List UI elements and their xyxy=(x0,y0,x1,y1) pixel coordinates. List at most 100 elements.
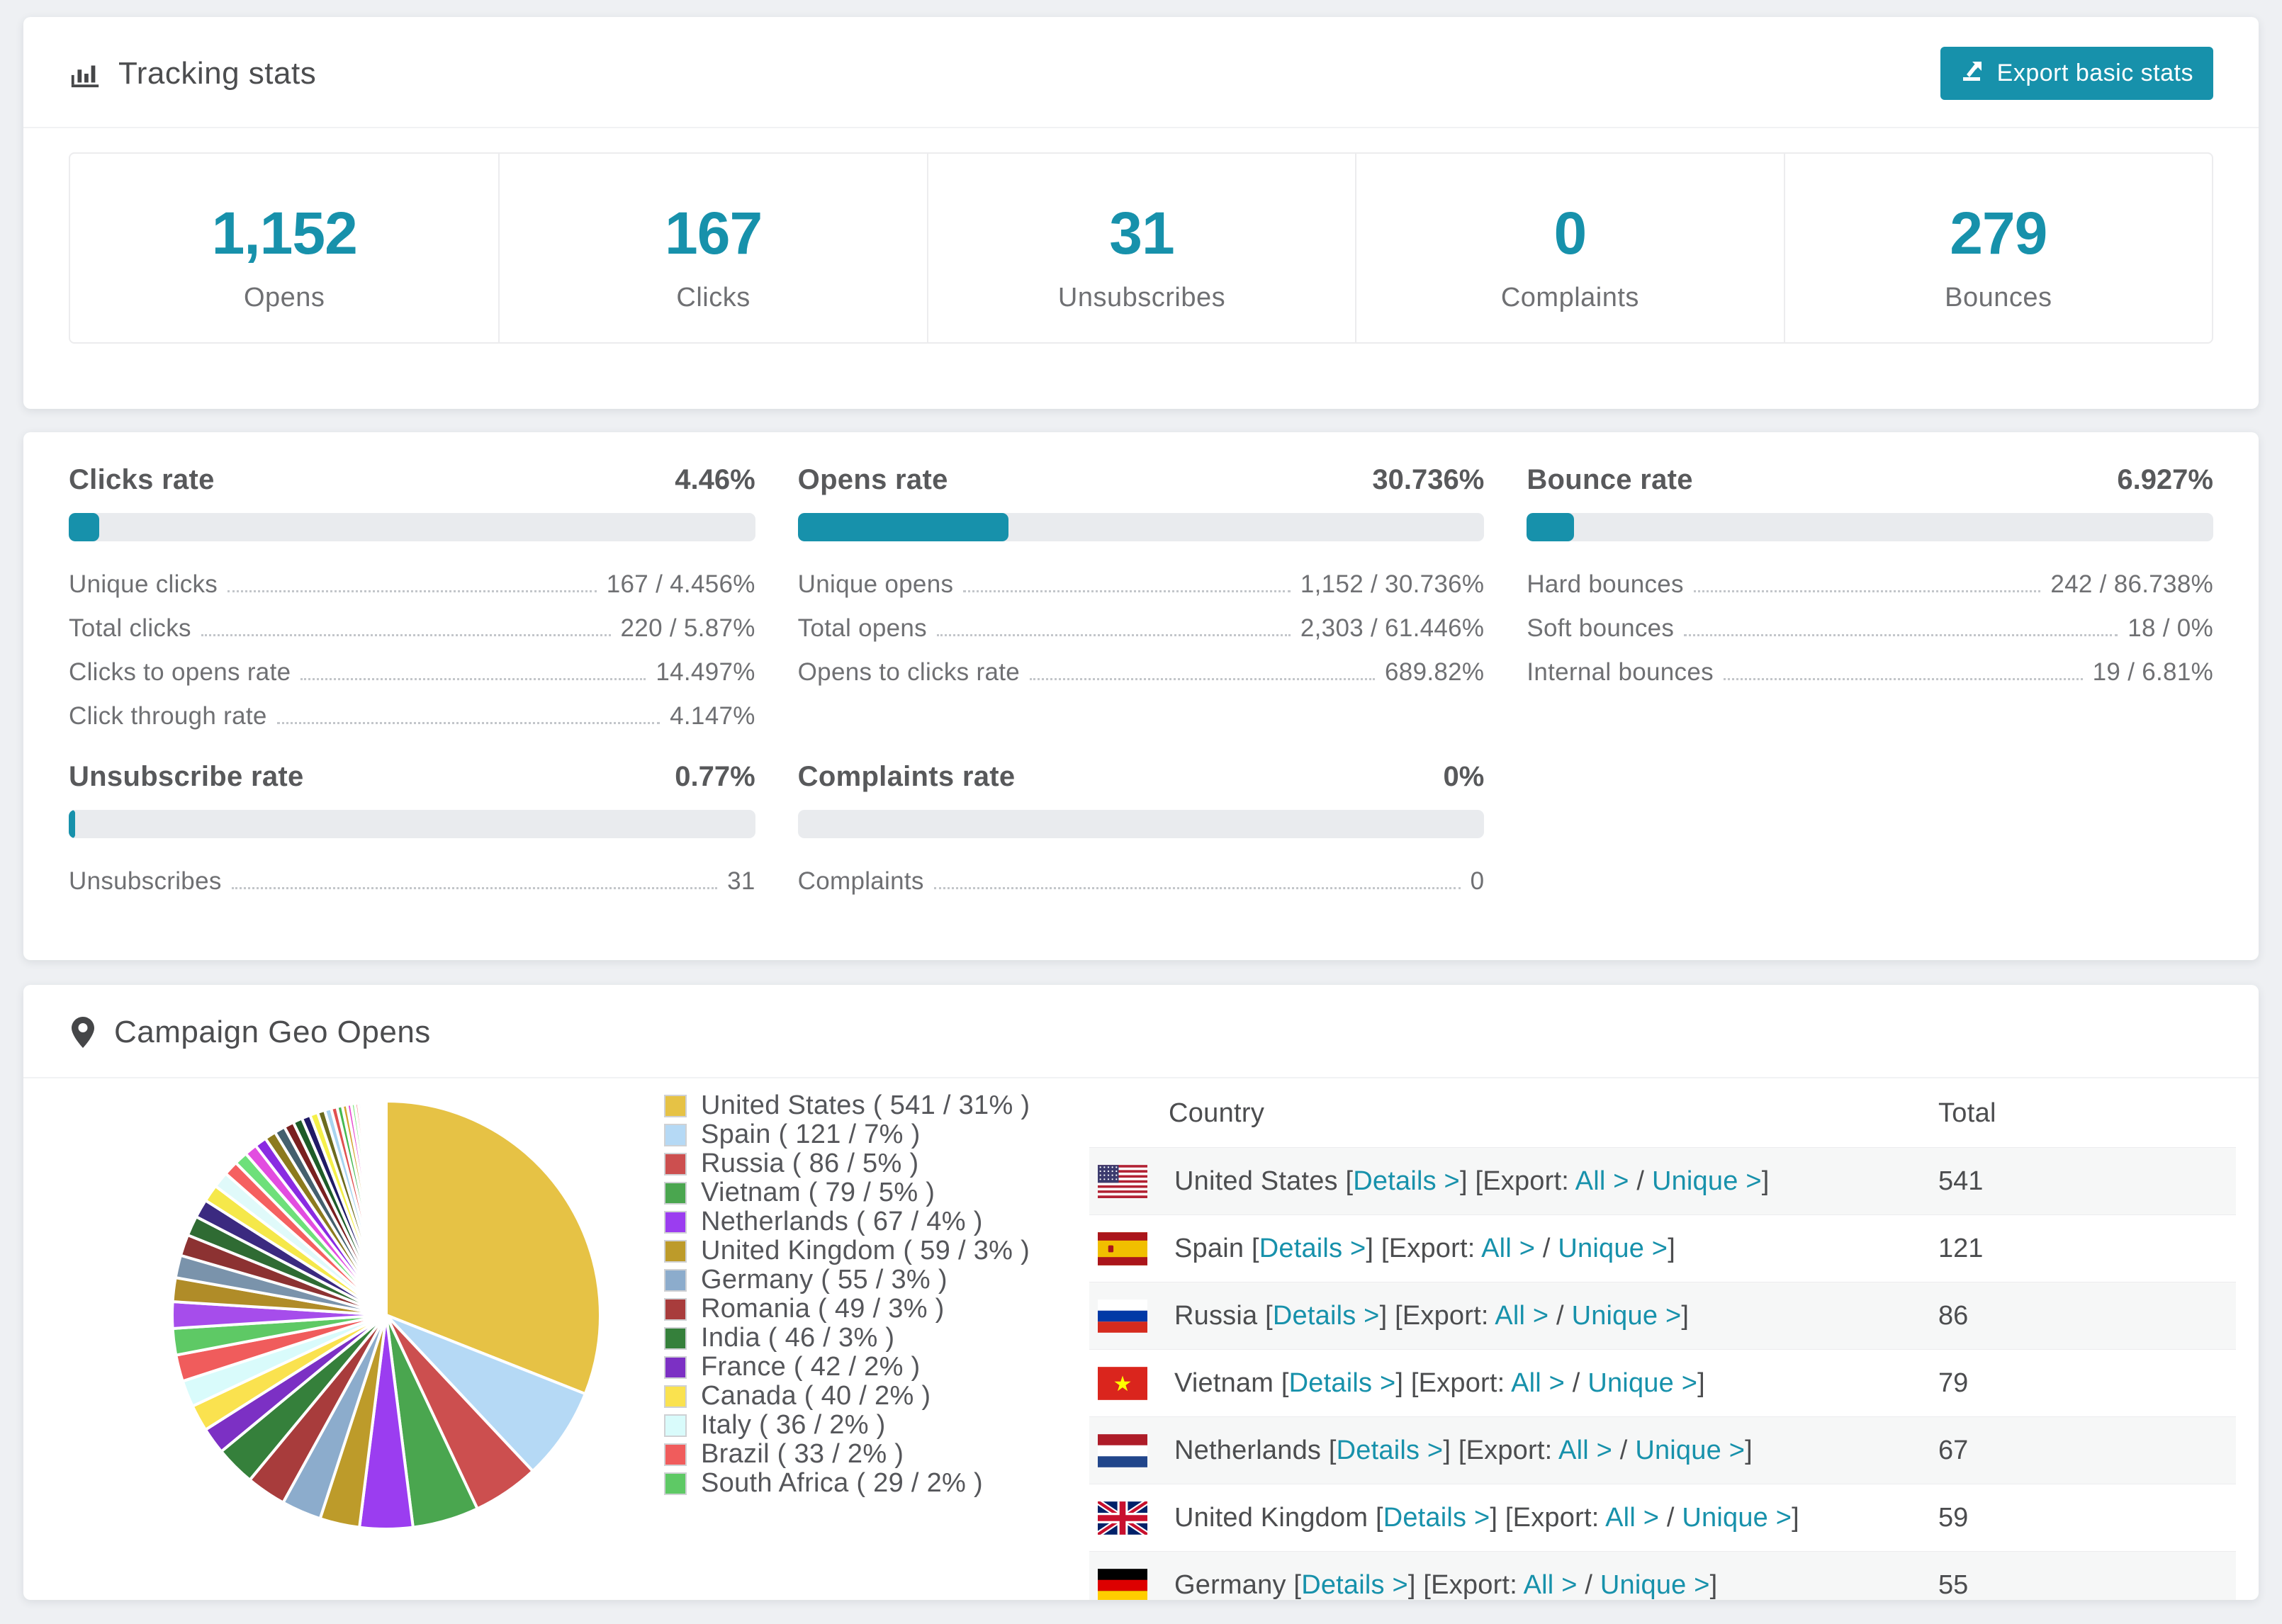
rates-grid: Clicks rate 4.46% Unique clicks 167 / 4.456… xyxy=(69,464,2213,903)
rate-title: Opens rate xyxy=(797,464,948,495)
rate-detail-line: Unsubscribes 31 xyxy=(69,859,755,903)
country-line: Germany [Details >] [Export: All > / Uni… xyxy=(1174,1569,1718,1600)
details-link[interactable]: Details > xyxy=(1353,1166,1460,1196)
rate-title: Bounce rate xyxy=(1527,464,1693,495)
rate-detail-label: Opens to clicks rate xyxy=(797,658,1020,686)
rate-detail-label: Clicks to opens rate xyxy=(69,658,291,686)
legend-swatch xyxy=(664,1181,687,1205)
legend-item-spain: Spain ( 121 / 7% ) xyxy=(664,1120,1061,1149)
stat-value: 31 xyxy=(1109,200,1174,266)
dotted-leader xyxy=(963,590,1291,592)
export-unique-link[interactable]: Unique > xyxy=(1558,1234,1668,1263)
flag-icon-nl xyxy=(1098,1433,1147,1467)
export-basic-stats-button[interactable]: Export basic stats xyxy=(1940,47,2213,100)
rate-detail-value: 19 / 6.81% xyxy=(2092,658,2213,686)
legend-swatch xyxy=(664,1385,687,1408)
country-name: Spain xyxy=(1174,1233,1244,1263)
rate-title: Unsubscribe rate xyxy=(69,761,304,792)
dotted-leader xyxy=(936,634,1291,636)
progress-bar xyxy=(1527,513,2213,541)
stat-label: Bounces xyxy=(1945,283,2052,312)
legend-swatch xyxy=(664,1472,687,1495)
details-link[interactable]: Details > xyxy=(1337,1436,1444,1465)
legend-swatch xyxy=(664,1414,687,1437)
legend-item-vietnam: Vietnam ( 79 / 5% ) xyxy=(664,1178,1061,1207)
geo-header: Campaign Geo Opens xyxy=(23,985,2259,1078)
rate-detail-line: Total clicks 220 / 5.87% xyxy=(69,607,755,650)
export-all-link[interactable]: All > xyxy=(1524,1570,1578,1600)
geo-table-row-spain: Spain [Details >] [Export: All > / Uniqu… xyxy=(1089,1214,2236,1282)
country-total: 67 xyxy=(1938,1416,2236,1484)
legend-label: Spain ( 121 / 7% ) xyxy=(701,1120,921,1149)
stat-card-unsubscribes: 31 Unsubscribes xyxy=(926,154,1355,342)
rate-block-complaints-rate: Complaints rate 0% Complaints 0 xyxy=(797,761,1485,903)
legend-label: Brazil ( 33 / 2% ) xyxy=(701,1439,904,1469)
dotted-leader xyxy=(231,887,718,889)
stat-card-bounces: 279 Bounces xyxy=(1783,154,2212,342)
rate-detail-value: 1,152 / 30.736% xyxy=(1300,570,1485,598)
rate-detail-line: Complaints 0 xyxy=(798,859,1485,903)
dotted-leader xyxy=(933,887,1461,889)
stat-label: Complaints xyxy=(1500,283,1639,312)
details-link[interactable]: Details > xyxy=(1289,1368,1396,1398)
export-unique-link[interactable]: Unique > xyxy=(1572,1301,1682,1331)
legend-label: United States ( 541 / 31% ) xyxy=(701,1090,1030,1120)
export-all-link[interactable]: All > xyxy=(1495,1301,1548,1331)
legend-label: Canada ( 40 / 2% ) xyxy=(701,1381,931,1411)
legend-item-south-africa: South Africa ( 29 / 2% ) xyxy=(664,1468,1061,1498)
rate-value: 4.46% xyxy=(675,464,755,495)
legend-label: France ( 42 / 2% ) xyxy=(701,1352,921,1382)
details-link[interactable]: Details > xyxy=(1301,1570,1408,1600)
export-all-link[interactable]: All > xyxy=(1481,1234,1535,1263)
export-all-link[interactable]: All > xyxy=(1575,1166,1629,1196)
legend-item-united-states: United States ( 541 / 31% ) xyxy=(664,1090,1061,1120)
export-all-link[interactable]: All > xyxy=(1511,1368,1565,1398)
geo-table-row-netherlands: Netherlands [Details >] [Export: All > /… xyxy=(1089,1416,2236,1484)
stat-value: 1,152 xyxy=(211,200,358,266)
rate-detail-label: Complaints xyxy=(797,867,924,895)
column-header-total: Total xyxy=(1938,1098,1996,1128)
rate-title: Complaints rate xyxy=(797,761,1016,792)
export-unique-link[interactable]: Unique > xyxy=(1587,1368,1697,1398)
export-unique-link[interactable]: Unique > xyxy=(1600,1570,1710,1600)
rate-detail-label: Hard bounces xyxy=(1527,570,1684,598)
legend-label: Vietnam ( 79 / 5% ) xyxy=(701,1178,935,1207)
rate-detail-value: 220 / 5.87% xyxy=(620,614,755,642)
export-all-link[interactable]: All > xyxy=(1558,1436,1612,1465)
rate-block-unsubscribe-rate: Unsubscribe rate 0.77% Unsubscribes 31 xyxy=(69,761,755,903)
country-total: 59 xyxy=(1938,1484,2236,1552)
flag-icon-vn xyxy=(1098,1366,1147,1400)
column-header-country: Country xyxy=(1169,1098,1265,1128)
map-pin-icon xyxy=(69,1015,97,1049)
export-all-link[interactable]: All > xyxy=(1605,1503,1659,1533)
rate-detail-value: 689.82% xyxy=(1385,658,1485,686)
country-total: 55 xyxy=(1938,1551,2236,1600)
progress-fill xyxy=(69,513,100,541)
geo-table-row-vietnam: Vietnam [Details >] [Export: All > / Uni… xyxy=(1089,1349,2236,1417)
rate-detail-label: Total opens xyxy=(797,614,927,642)
details-link[interactable]: Details > xyxy=(1259,1234,1366,1263)
geo-table: Country Total United States [Details >] … xyxy=(1089,1081,2236,1600)
country-name: Netherlands xyxy=(1174,1435,1322,1465)
country-line: Russia [Details >] [Export: All > / Uniq… xyxy=(1174,1300,1690,1331)
stat-value: 279 xyxy=(1950,200,2047,266)
country-line: Netherlands [Details >] [Export: All > /… xyxy=(1174,1435,1753,1465)
dotted-leader xyxy=(201,634,611,636)
progress-bar xyxy=(69,513,755,541)
rate-detail-label: Internal bounces xyxy=(1527,658,1714,686)
legend-swatch xyxy=(664,1268,687,1292)
flag-icon-es xyxy=(1098,1231,1147,1265)
rate-block-opens-rate: Opens rate 30.736% Unique opens 1,152 / 30.… xyxy=(797,464,1485,738)
legend-swatch xyxy=(664,1152,687,1175)
export-unique-link[interactable]: Unique > xyxy=(1682,1503,1792,1533)
rates-card: Clicks rate 4.46% Unique clicks 167 / 4.456… xyxy=(23,432,2259,960)
legend-item-india: India ( 46 / 3% ) xyxy=(664,1323,1061,1353)
legend-label: India ( 46 / 3% ) xyxy=(701,1323,895,1353)
dotted-leader xyxy=(1693,590,2041,592)
export-unique-link[interactable]: Unique > xyxy=(1652,1166,1762,1196)
details-link[interactable]: Details > xyxy=(1383,1503,1490,1533)
rate-detail-line: Opens to clicks rate 689.82% xyxy=(798,650,1485,694)
export-unique-link[interactable]: Unique > xyxy=(1635,1436,1745,1465)
geo-table-row-germany: Germany [Details >] [Export: All > / Uni… xyxy=(1089,1551,2236,1600)
details-link[interactable]: Details > xyxy=(1273,1301,1380,1331)
